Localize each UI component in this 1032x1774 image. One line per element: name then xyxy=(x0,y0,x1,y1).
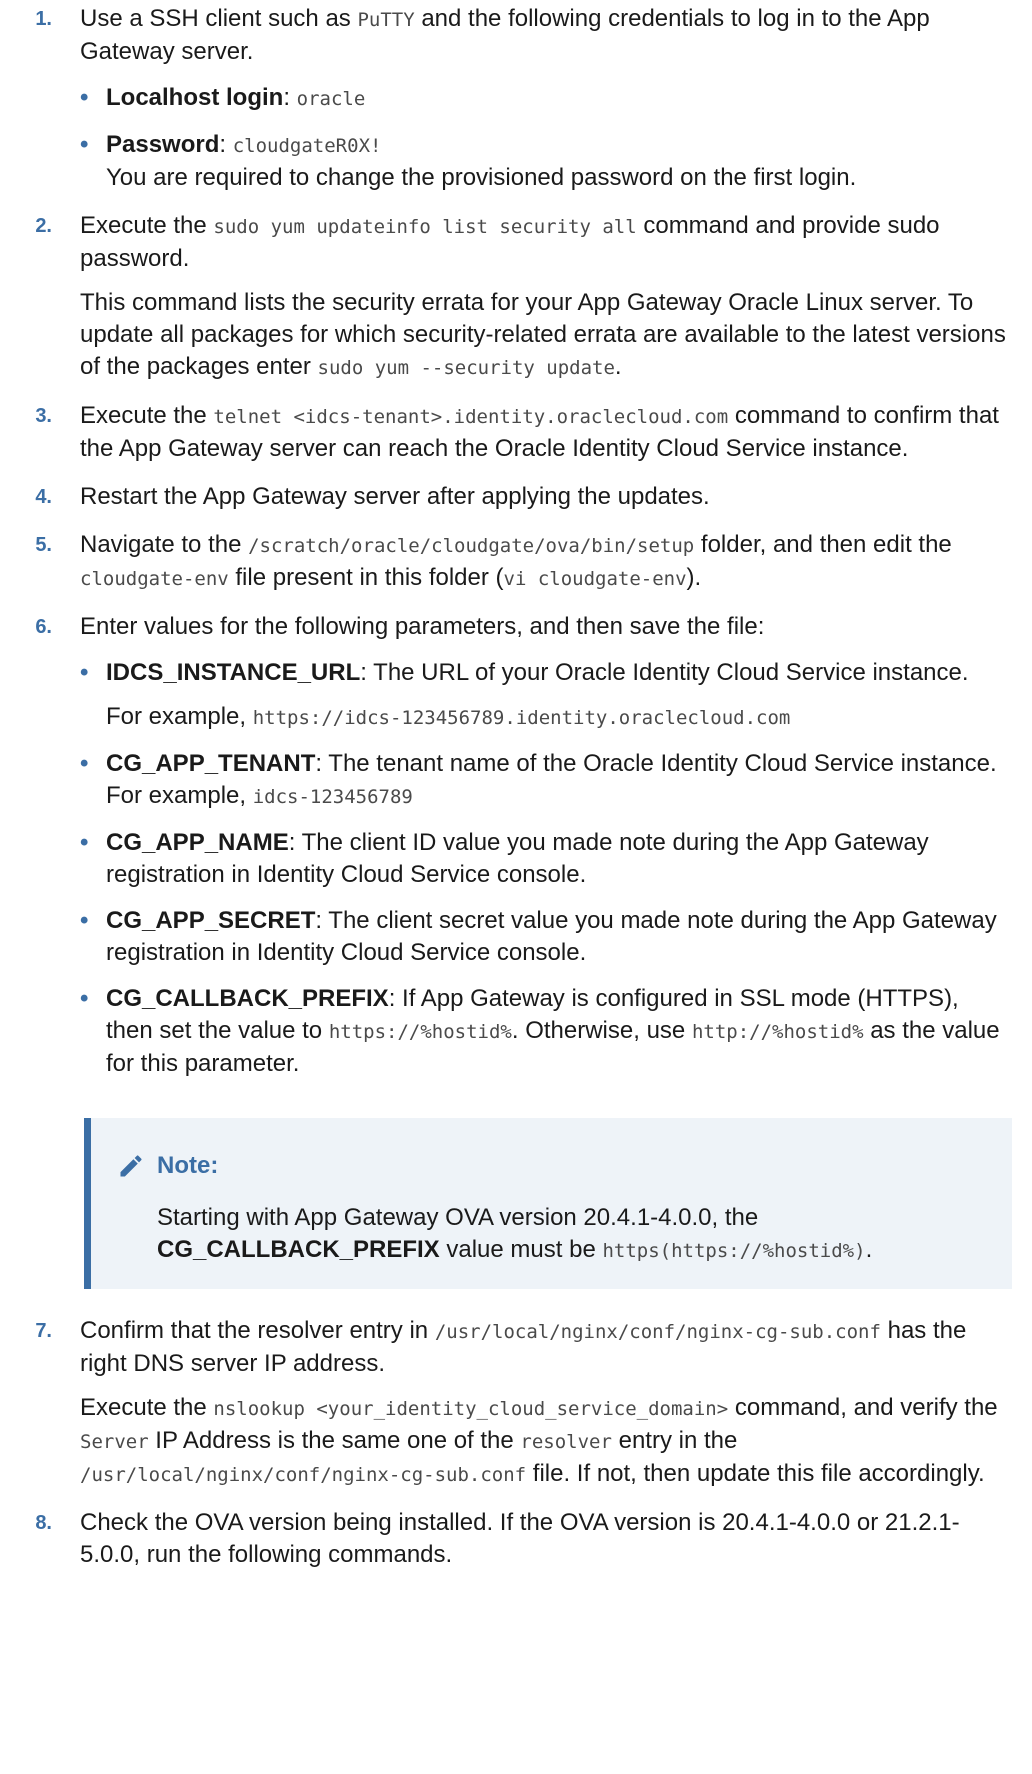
step-text: Confirm that the resolver entry in /usr/… xyxy=(80,1317,967,1377)
step-number: 6. xyxy=(35,616,52,638)
note-header: Note: xyxy=(117,1150,988,1182)
document: 1. Use a SSH client such as PuTTY and th… xyxy=(0,0,1032,1571)
step-7: 7. Confirm that the resolver entry in /u… xyxy=(0,1315,1032,1491)
step-8: 8. Check the OVA version being installed… xyxy=(0,1507,1032,1571)
list-item: CG_CALLBACK_PREFIX: If App Gateway is co… xyxy=(80,983,1012,1080)
list-item: Localhost login: oracle xyxy=(80,82,1012,115)
step-2: 2. Execute the sudo yum updateinfo list … xyxy=(0,210,1032,384)
note-text: Starting with App Gateway OVA version 20… xyxy=(157,1204,873,1263)
step-number: 4. xyxy=(35,486,52,508)
list-item: Password: cloudgateR0X!You are required … xyxy=(80,129,1012,194)
step-number: 7. xyxy=(35,1320,52,1342)
step-text: Enter values for the following parameter… xyxy=(80,613,765,640)
step-6: 6. Enter values for the following parame… xyxy=(0,611,1032,1289)
step-1: 1. Use a SSH client such as PuTTY and th… xyxy=(0,3,1032,194)
step-text: Check the OVA version being installed. I… xyxy=(80,1509,960,1568)
step-5: 5. Navigate to the /scratch/oracle/cloud… xyxy=(0,529,1032,595)
step-number: 8. xyxy=(35,1512,52,1534)
step-number: 5. xyxy=(35,534,52,556)
note-box: Note: Starting with App Gateway OVA vers… xyxy=(84,1118,1012,1289)
step-text: Execute the telnet <idcs-tenant>.identit… xyxy=(80,402,999,462)
step-number: 1. xyxy=(35,8,52,30)
list-item: CG_APP_NAME: The client ID value you mad… xyxy=(80,827,1012,891)
step-paragraph: Execute the nslookup <your_identity_clou… xyxy=(80,1394,998,1487)
step-3: 3. Execute the telnet <idcs-tenant>.iden… xyxy=(0,400,1032,465)
credentials-list: Localhost login: oracle Password: cloudg… xyxy=(80,82,1012,194)
step-text: Use a SSH client such as PuTTY and the f… xyxy=(80,5,930,65)
pencil-icon xyxy=(117,1152,145,1180)
step-text: Execute the sudo yum updateinfo list sec… xyxy=(80,212,940,272)
list-item: CG_APP_SECRET: The client secret value y… xyxy=(80,905,1012,969)
step-text: Restart the App Gateway server after app… xyxy=(80,483,710,510)
note-title: Note: xyxy=(157,1152,219,1179)
step-4: 4. Restart the App Gateway server after … xyxy=(0,481,1032,513)
step-number: 3. xyxy=(35,405,52,427)
parameters-list: IDCS_INSTANCE_URL: The URL of your Oracl… xyxy=(80,657,1012,1080)
code-putty: PuTTY xyxy=(357,9,415,31)
step-text: Navigate to the /scratch/oracle/cloudgat… xyxy=(80,531,952,591)
list-item: CG_APP_TENANT: The tenant name of the Or… xyxy=(80,748,1012,813)
step-paragraph: This command lists the security errata f… xyxy=(80,289,1006,380)
step-number: 2. xyxy=(35,215,52,237)
list-item: IDCS_INSTANCE_URL: The URL of your Oracl… xyxy=(80,657,1012,734)
